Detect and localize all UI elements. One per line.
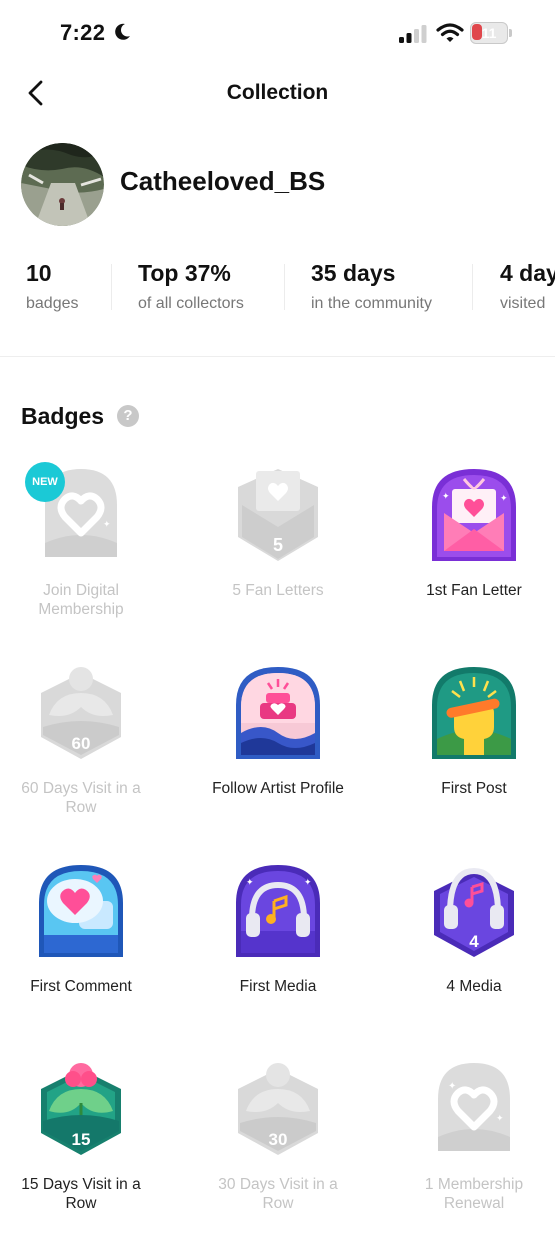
flower-streak-icon: 60 [41,667,121,759]
badge-1-membership-renewal[interactable]: ✦ ✦ 1 Membership Renewal [399,1059,549,1244]
svg-text:✦: ✦ [448,1081,456,1092]
badge-15-days-visit[interactable]: 15 15 Days Visit in a Row [6,1059,156,1244]
svg-text:30: 30 [269,1130,288,1149]
stat-ranking: Top 37% of all collectors [138,260,244,313]
badge-30-days-visit[interactable]: 30 30 Days Visit in a Row [203,1059,353,1244]
headphones-music-icon: 4 [434,867,514,957]
badge-label: 30 Days Visit in a Row [218,1176,338,1212]
status-bar: 7:22 11 [0,0,555,66]
badge-4-media[interactable]: 4 4 Media [399,861,549,1046]
avatar[interactable] [21,143,104,226]
stat-community-days: 35 days in the community [311,260,432,313]
battery-indicator: 11 [470,22,512,44]
svg-text:✦: ✦ [103,519,111,529]
badge-first-media[interactable]: ✦ ✦ First Media [203,861,353,1046]
stat-label: in the community [311,295,432,312]
section-title: Badges [21,403,105,429]
fan-letter-gift-icon: ✦ ✦ [432,469,516,561]
stat-divider [111,264,112,310]
stats-row: 10 badges Top 37% of all collectors 35 d… [0,250,555,330]
svg-text:15: 15 [72,1130,91,1149]
help-icon[interactable]: ? [117,405,139,427]
badge-label: 15 Days Visit in a Row [21,1176,141,1212]
badge-label: 60 Days Visit in a Row [21,780,141,816]
badge-first-comment[interactable]: First Comment [6,861,156,1046]
username: Catheeloved_BS [120,166,326,196]
badge-label: First Comment [30,978,132,995]
moon-icon [115,23,130,40]
nav-bar: Collection [0,66,555,120]
back-chevron-icon[interactable] [20,76,54,110]
wifi-icon [436,23,464,42]
badge-5-fan-letters[interactable]: 5 5 Fan Letters [203,465,353,650]
stat-label: visited [500,295,546,312]
svg-text:✦: ✦ [496,1113,504,1123]
svg-text:60: 60 [72,734,91,753]
stat-value: 10 [26,260,52,286]
stat-badges: 10 badges [26,260,79,313]
badge-label: 5 Fan Letters [232,582,324,599]
svg-text:✦: ✦ [442,491,450,501]
status-time: 7:22 [60,20,106,45]
svg-text:✦: ✦ [246,877,254,887]
svg-text:✦: ✦ [304,877,312,887]
cellular-signal-icon [399,25,427,43]
stat-visited-days: 4 days visited [500,260,555,313]
flower-streak-icon: 30 [238,1063,318,1155]
svg-text:4: 4 [469,932,479,951]
badge-first-post[interactable]: First Post [399,663,549,848]
stat-value: Top 37% [138,260,231,286]
badge-label: 1 Membership Renewal [424,1176,524,1212]
badge-label: 4 Media [446,978,502,995]
stat-divider [284,264,285,310]
badge-60-days-visit[interactable]: 60 60 Days Visit in a Row [6,663,156,848]
artist-profile-stage-icon [236,667,320,759]
badge-1st-fan-letter[interactable]: ✦ ✦ 1st Fan Letter [399,465,549,650]
badge-label: Join Digital Membership [38,582,124,618]
stat-value: 35 days [311,260,396,286]
raised-fist-pen-icon [432,667,516,759]
badge-label: Follow Artist Profile [212,780,344,797]
new-badge-tag: NEW [25,462,65,502]
stat-label: of all collectors [138,295,244,312]
svg-text:✦: ✦ [500,493,508,503]
badge-label: 1st Fan Letter [426,582,522,599]
headphones-music-icon: ✦ ✦ [236,865,320,957]
membership-heart-badge-icon: ✦✦ [438,1063,510,1151]
svg-text:5: 5 [273,535,283,555]
fan-letter-envelope-icon: 5 [238,469,318,561]
stat-divider [472,264,473,310]
comment-bubble-heart-icon [39,865,123,957]
profile-header: Catheeloved_BS [0,142,555,232]
badges-header: Badges ? [21,400,139,432]
stat-label: badges [26,295,79,312]
section-divider [0,356,555,357]
badge-label: First Media [239,978,317,995]
page-title: Collection [226,81,329,104]
badge-label: First Post [441,780,507,797]
battery-level: 11 [481,25,497,41]
badge-follow-artist-profile[interactable]: Follow Artist Profile [203,663,353,848]
flower-streak-icon: 15 [41,1063,121,1155]
stat-value: 4 days [500,260,555,286]
